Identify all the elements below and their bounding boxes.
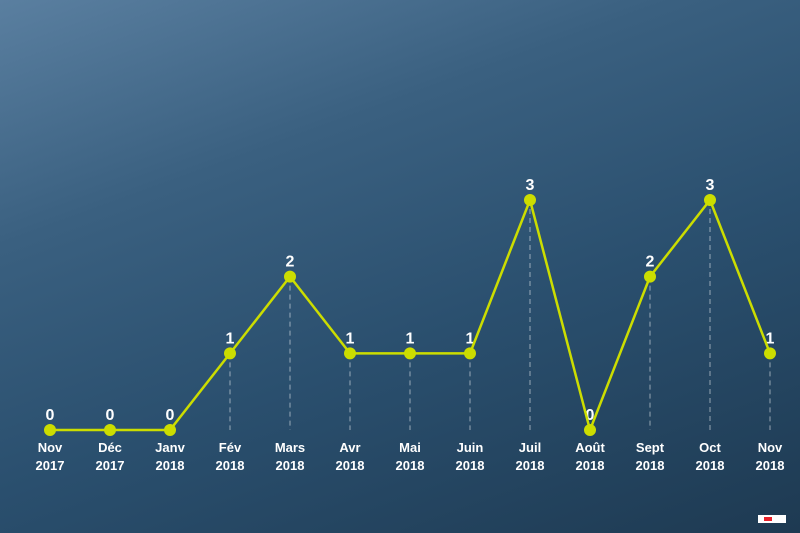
chart-container: 0001211130231 Nov2017Déc2017Janv2018Fév2… bbox=[0, 0, 800, 533]
line-chart: 0001211130231 Nov2017Déc2017Janv2018Fév2… bbox=[0, 100, 800, 500]
svg-text:Avr: Avr bbox=[339, 440, 360, 455]
svg-text:2017: 2017 bbox=[36, 458, 65, 473]
svg-text:2018: 2018 bbox=[696, 458, 725, 473]
svg-text:0: 0 bbox=[166, 407, 175, 424]
svg-text:Janv: Janv bbox=[155, 440, 185, 455]
svg-text:Août: Août bbox=[575, 440, 605, 455]
chart-title bbox=[0, 0, 800, 18]
svg-text:2: 2 bbox=[646, 254, 655, 271]
svg-text:2018: 2018 bbox=[456, 458, 485, 473]
svg-text:Juil: Juil bbox=[519, 440, 541, 455]
logo-e bbox=[764, 517, 772, 521]
svg-text:2018: 2018 bbox=[156, 458, 185, 473]
svg-text:2: 2 bbox=[286, 254, 295, 271]
svg-text:2017: 2017 bbox=[96, 458, 125, 473]
svg-text:Mars: Mars bbox=[275, 440, 305, 455]
logo-moto bbox=[772, 517, 780, 521]
svg-text:2018: 2018 bbox=[756, 458, 785, 473]
svg-text:Déc: Déc bbox=[98, 440, 122, 455]
svg-text:Juin: Juin bbox=[457, 440, 484, 455]
svg-text:1: 1 bbox=[226, 330, 235, 347]
svg-text:Fév: Fév bbox=[219, 440, 242, 455]
svg-text:3: 3 bbox=[706, 177, 715, 194]
svg-text:Nov: Nov bbox=[38, 440, 63, 455]
svg-text:2018: 2018 bbox=[216, 458, 245, 473]
emoto-logo bbox=[758, 515, 786, 523]
svg-text:Sept: Sept bbox=[636, 440, 665, 455]
svg-text:0: 0 bbox=[46, 407, 55, 424]
svg-text:2018: 2018 bbox=[336, 458, 365, 473]
svg-text:Oct: Oct bbox=[699, 440, 721, 455]
svg-text:Mai: Mai bbox=[399, 440, 421, 455]
svg-text:1: 1 bbox=[406, 330, 415, 347]
svg-text:3: 3 bbox=[526, 177, 535, 194]
svg-text:2018: 2018 bbox=[276, 458, 305, 473]
svg-text:2018: 2018 bbox=[636, 458, 665, 473]
svg-text:Nov: Nov bbox=[758, 440, 783, 455]
svg-text:1: 1 bbox=[346, 330, 355, 347]
chart-subtitle bbox=[0, 18, 800, 22]
svg-text:0: 0 bbox=[106, 407, 115, 424]
svg-text:2018: 2018 bbox=[516, 458, 545, 473]
svg-text:2018: 2018 bbox=[576, 458, 605, 473]
svg-text:2018: 2018 bbox=[396, 458, 425, 473]
